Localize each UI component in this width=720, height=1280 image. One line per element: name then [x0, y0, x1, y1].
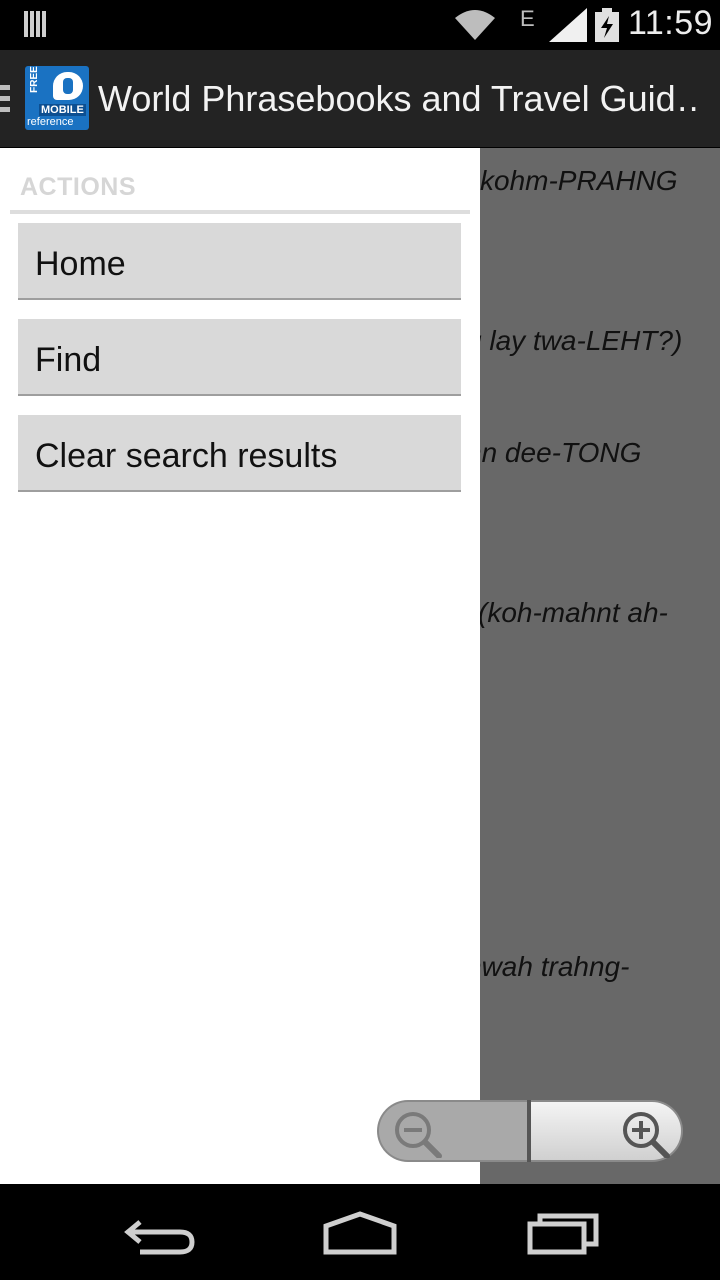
home-icon[interactable] — [300, 1204, 420, 1260]
drawer-item-home[interactable]: Home — [18, 223, 461, 300]
app-logo-free-badge: FREE — [28, 66, 40, 93]
app-title: World Phrasebooks and Travel Guid… — [98, 78, 698, 119]
zoom-out-button[interactable] — [377, 1100, 529, 1162]
drawer-section-divider — [10, 210, 470, 214]
speech-bubble-icon — [53, 72, 83, 100]
zoom-in-icon — [623, 1112, 670, 1158]
network-type-label: E — [520, 6, 535, 31]
signal-icon — [549, 8, 587, 42]
background-text-line: nwah trahng- — [466, 951, 630, 982]
back-icon[interactable] — [100, 1204, 220, 1260]
system-navigation-bar — [0, 1184, 720, 1280]
zoom-controls — [377, 1100, 683, 1162]
background-text-line: g lay twa-LEHT?) — [466, 325, 683, 356]
battery-charging-icon — [595, 8, 619, 42]
drawer-section-header: ACTIONS — [20, 173, 136, 201]
background-text-line: (koh-mahnt ah- — [478, 597, 668, 628]
zoom-in-button[interactable] — [531, 1100, 683, 1162]
drawer-item-label: Clear search results — [35, 437, 338, 475]
app-logo-brand-mobile: MOBILE — [39, 104, 86, 116]
zoom-out-icon — [395, 1112, 442, 1158]
navigation-drawer: ACTIONS Home Find Clear search results — [0, 148, 480, 1184]
notification-icon — [24, 11, 48, 37]
clock: 11:59 — [628, 4, 714, 42]
action-bar: FREE MOBILE reference World Phrasebooks … — [0, 50, 720, 148]
recent-apps-icon[interactable] — [502, 1204, 622, 1260]
drawer-item-clear-search-results[interactable]: Clear search results — [18, 415, 461, 492]
background-text-line: kohm-PRAHNG — [480, 165, 678, 196]
drawer-item-label: Home — [35, 245, 126, 283]
app-logo[interactable]: FREE MOBILE reference — [25, 66, 89, 130]
status-bar: E 11:59 — [0, 0, 720, 50]
wifi-icon — [455, 10, 495, 40]
drawer-toggle-icon[interactable] — [0, 85, 10, 113]
drawer-item-find[interactable]: Find — [18, 319, 461, 396]
background-text-line: hn dee-TONG — [466, 437, 642, 468]
drawer-item-label: Find — [35, 341, 102, 379]
app-logo-brand-reference: reference — [27, 116, 74, 128]
